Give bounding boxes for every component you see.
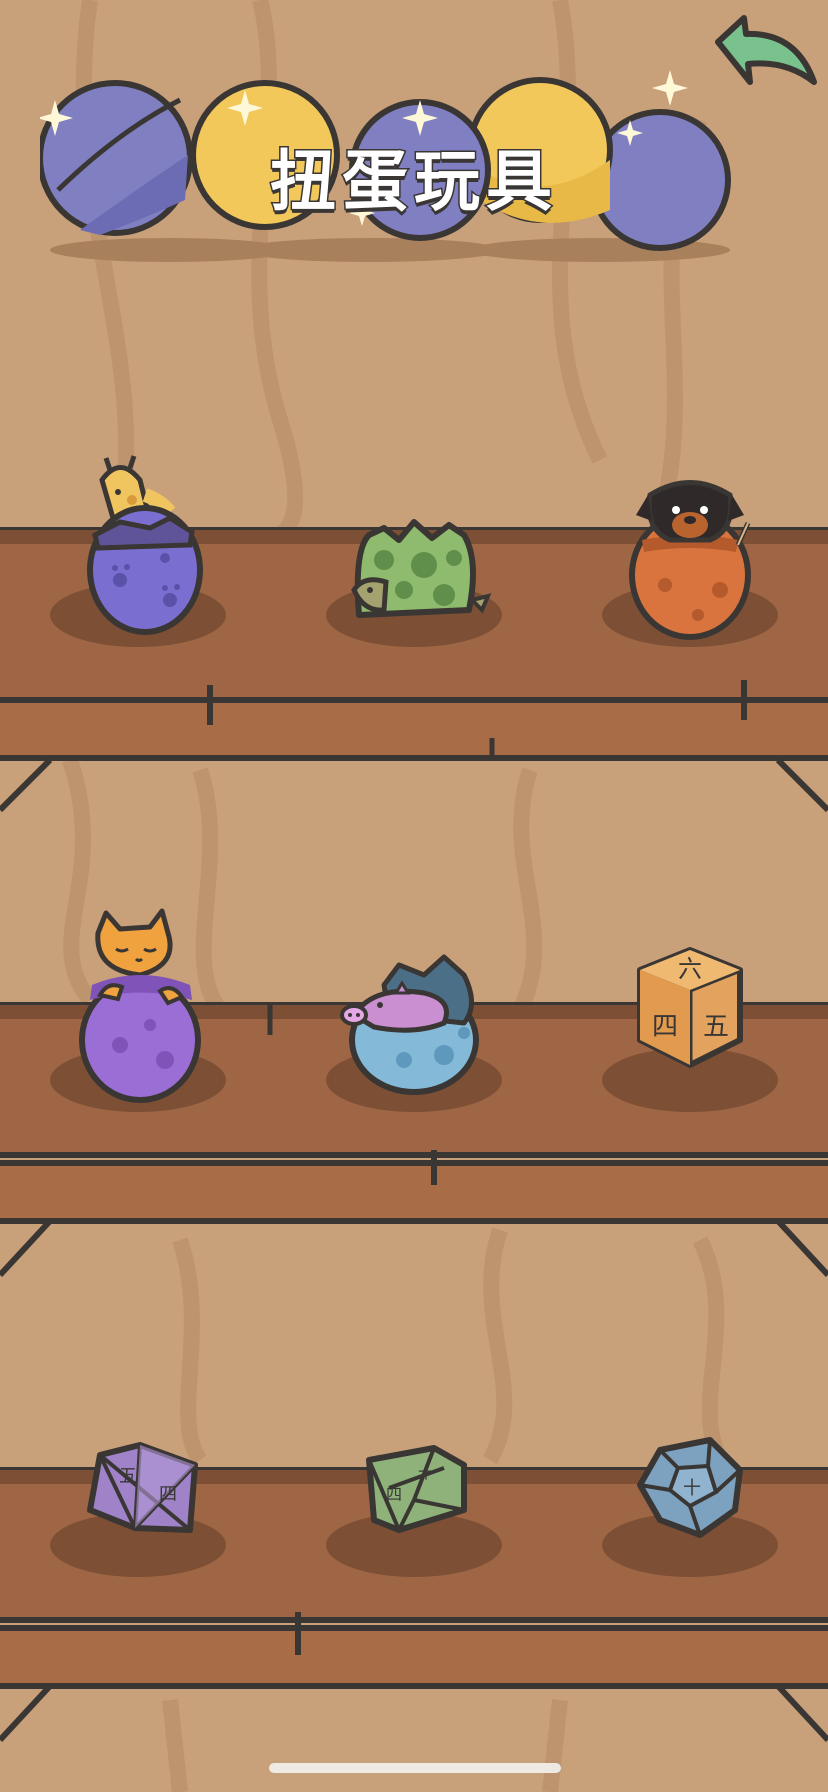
- octahedron-face-1: 五: [119, 1466, 137, 1487]
- dog-egg-icon: [629, 480, 751, 640]
- octahedron-face-2: 四: [159, 1484, 177, 1505]
- page-title: 扭蛋玩具: [269, 142, 558, 222]
- cube-face-left: 四: [652, 1012, 678, 1042]
- dodecahedron-die-icon: 十: [637, 1437, 743, 1538]
- orange-die-cube[interactable]: 六 四 五: [590, 905, 790, 1105]
- giraffe-egg-icon: [87, 455, 203, 635]
- cube-face-top: 六: [678, 955, 702, 983]
- purple-egg-cat[interactable]: [40, 905, 240, 1105]
- green-egg-turtle[interactable]: [314, 440, 514, 640]
- cube-die-icon: 六 四 五: [637, 947, 743, 1068]
- back-button[interactable]: [706, 12, 824, 102]
- cat-egg-icon: [79, 908, 201, 1103]
- home-indicator[interactable]: [269, 1763, 561, 1773]
- purple-egg-giraffe[interactable]: [40, 440, 240, 640]
- dodecahedron-face-1: 十: [683, 1478, 701, 1499]
- purple-die-octahedron[interactable]: 五 四: [40, 1370, 240, 1570]
- orange-egg-dog[interactable]: [590, 440, 790, 640]
- cube-face-right: 五: [703, 1012, 729, 1042]
- blue-die-dodecahedron[interactable]: 十: [590, 1370, 790, 1570]
- back-arrow-icon: [715, 15, 817, 85]
- decahedron-die-icon: 十 四: [366, 1445, 467, 1533]
- decahedron-face-1: 十: [418, 1463, 434, 1482]
- gachapon-toy-screen: 扭蛋玩具 六 四 五 五 四 十 四 十: [0, 0, 828, 1792]
- octahedron-die-icon: 五 四: [87, 1442, 198, 1533]
- green-die-decahedron[interactable]: 十 四: [314, 1370, 514, 1570]
- blue-egg-pig[interactable]: [314, 905, 514, 1105]
- turtle-egg-icon: [351, 519, 492, 618]
- decahedron-face-2: 四: [386, 1485, 402, 1504]
- pig-egg-icon: [340, 954, 479, 1095]
